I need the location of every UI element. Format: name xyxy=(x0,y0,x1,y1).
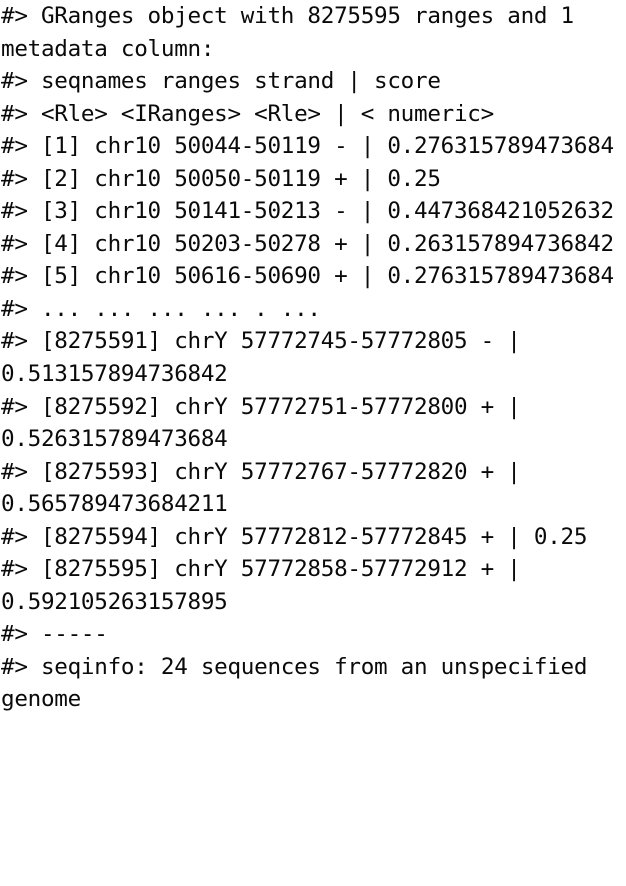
console-output-panel: #> GRanges object with 8275595 ranges an… xyxy=(0,0,626,886)
console-line: #> [8275594] chrY 57772812-57772845 + | … xyxy=(1,523,588,550)
console-line: #> <Rle> <IRanges> <Rle> | < numeric> xyxy=(1,100,494,127)
console-line: #> seqinfo: 24 sequences from an unspeci… xyxy=(1,653,601,713)
console-line: #> [8275592] chrY 57772751-57772800 + | … xyxy=(1,393,534,453)
console-line: #> [3] chr10 50141-50213 - | 0.447368421… xyxy=(1,198,614,225)
console-line: #> [8275595] chrY 57772858-57772912 + | … xyxy=(1,556,534,615)
console-line: #> seqnames ranges strand | score xyxy=(1,68,441,95)
console-line: #> ... ... ... ... . ... xyxy=(1,295,321,322)
console-line: #> [4] chr10 50203-50278 + | 0.263157894… xyxy=(1,230,614,257)
console-line: #> [8275591] chrY 57772745-57772805 - | … xyxy=(1,328,534,388)
console-line: #> [5] chr10 50616-50690 + | 0.276315789… xyxy=(1,263,614,290)
console-line: #> [8275593] chrY 57772767-57772820 + | … xyxy=(1,458,534,518)
console-text-block: #> GRanges object with 8275595 ranges an… xyxy=(1,0,626,716)
console-line: #> GRanges object with 8275595 ranges an… xyxy=(1,3,588,62)
console-line: #> [1] chr10 50044-50119 - | 0.276315789… xyxy=(1,133,614,160)
console-line: #> ----- xyxy=(1,621,108,648)
console-line: #> [2] chr10 50050-50119 + | 0.25 xyxy=(1,165,441,192)
